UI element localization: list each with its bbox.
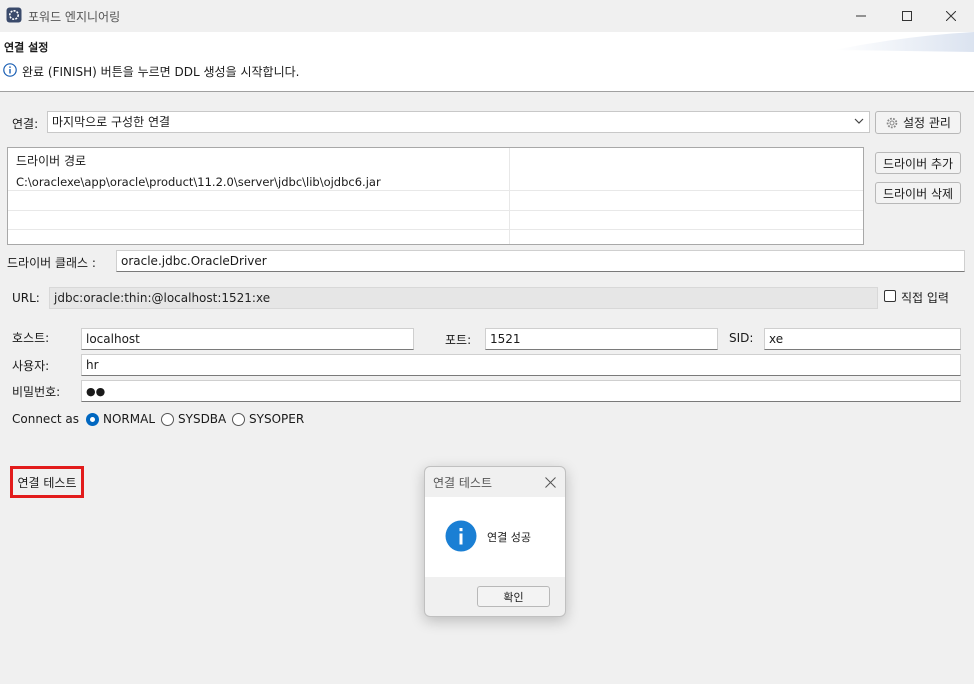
url-field[interactable]: jdbc:oracle:thin:@localhost:1521:xe [49,287,878,309]
manage-settings-label: 설정 관리 [903,116,951,130]
direct-input-label: 직접 입력 [901,291,949,305]
header-decoration [834,32,974,52]
password-label: 비밀번호: [12,385,61,399]
password-field[interactable]: ●● [81,380,961,402]
minimize-icon [856,15,866,17]
driver-class-label: 드라이버 클래스 : [7,256,96,270]
driver-class-field[interactable]: oracle.jdbc.OracleDriver [116,250,965,272]
page-title: 연결 설정 [4,41,49,54]
header-message: 완료 (FINISH) 버튼을 누르면 DDL 생성을 시작합니다. [22,65,300,79]
radio-button[interactable] [161,412,174,426]
host-label: 호스트: [12,331,50,345]
maximize-button[interactable] [884,0,930,32]
connection-label: 연결: [12,117,39,131]
table-row[interactable]: C:\oraclexe\app\oracle\product\11.2.0\se… [16,175,381,189]
host-field[interactable]: localhost [81,328,414,350]
title-bar [0,0,974,32]
ok-button[interactable]: 확인 [477,586,550,607]
port-field[interactable]: 1521 [485,328,718,350]
window-title: 포워드 엔지니어링 [28,10,121,24]
sid-label: SID: [729,331,754,345]
url-label: URL: [12,291,40,305]
user-label: 사용자: [12,359,50,373]
radio-sysdba[interactable]: SYSDBA [161,412,226,426]
direct-input-checkbox[interactable] [884,290,896,302]
radio-sysdba-label: SYSDBA [178,412,227,426]
connection-combo[interactable]: 마지막으로 구성한 연결 [47,111,870,133]
app-icon [6,7,22,23]
add-driver-button[interactable]: 드라이버 추가 [875,152,961,174]
driver-path-header: 드라이버 경로 [16,154,87,168]
close-icon [544,476,556,488]
wizard-header [0,32,974,92]
connection-test-button[interactable]: 연결 테스트 [10,466,84,498]
minimize-button[interactable] [838,0,884,32]
dialog-title: 연결 테스트 [433,476,493,490]
connection-test-dialog: 연결 테스트 연결 성공 확인 [424,466,566,617]
gear-icon [886,117,898,128]
user-field[interactable]: hr [81,354,961,376]
connection-selected: 마지막으로 구성한 연결 [52,115,171,129]
row-divider [8,190,863,191]
info-icon [3,63,17,77]
dialog-close-button[interactable] [539,471,561,493]
radio-button[interactable] [232,412,245,426]
radio-normal[interactable]: NORMAL [86,412,155,426]
sid-field[interactable]: xe [764,328,961,350]
connect-as-label: Connect as [12,412,80,426]
remove-driver-button[interactable]: 드라이버 삭제 [875,182,961,204]
chevron-down-icon [854,118,864,124]
maximize-icon [902,11,912,21]
radio-normal-label: NORMAL [103,412,156,426]
row-divider [8,229,863,230]
radio-sysoper[interactable]: SYSOPER [232,412,304,426]
info-icon [445,520,477,552]
row-divider [8,210,863,211]
driver-path-table[interactable]: 드라이버 경로 C:\oraclexe\app\oracle\product\1… [7,147,864,245]
manage-settings-button[interactable]: 설정 관리 [875,111,961,134]
radio-button-selected[interactable] [86,412,99,426]
connection-test-label: 연결 테스트 [17,475,77,490]
dialog-body: 연결 성공 [425,497,565,577]
radio-sysoper-label: SYSOPER [249,412,305,426]
dialog-message: 연결 성공 [487,531,531,544]
close-icon [946,11,956,21]
close-button[interactable] [928,0,974,32]
port-label: 포트: [445,333,472,347]
